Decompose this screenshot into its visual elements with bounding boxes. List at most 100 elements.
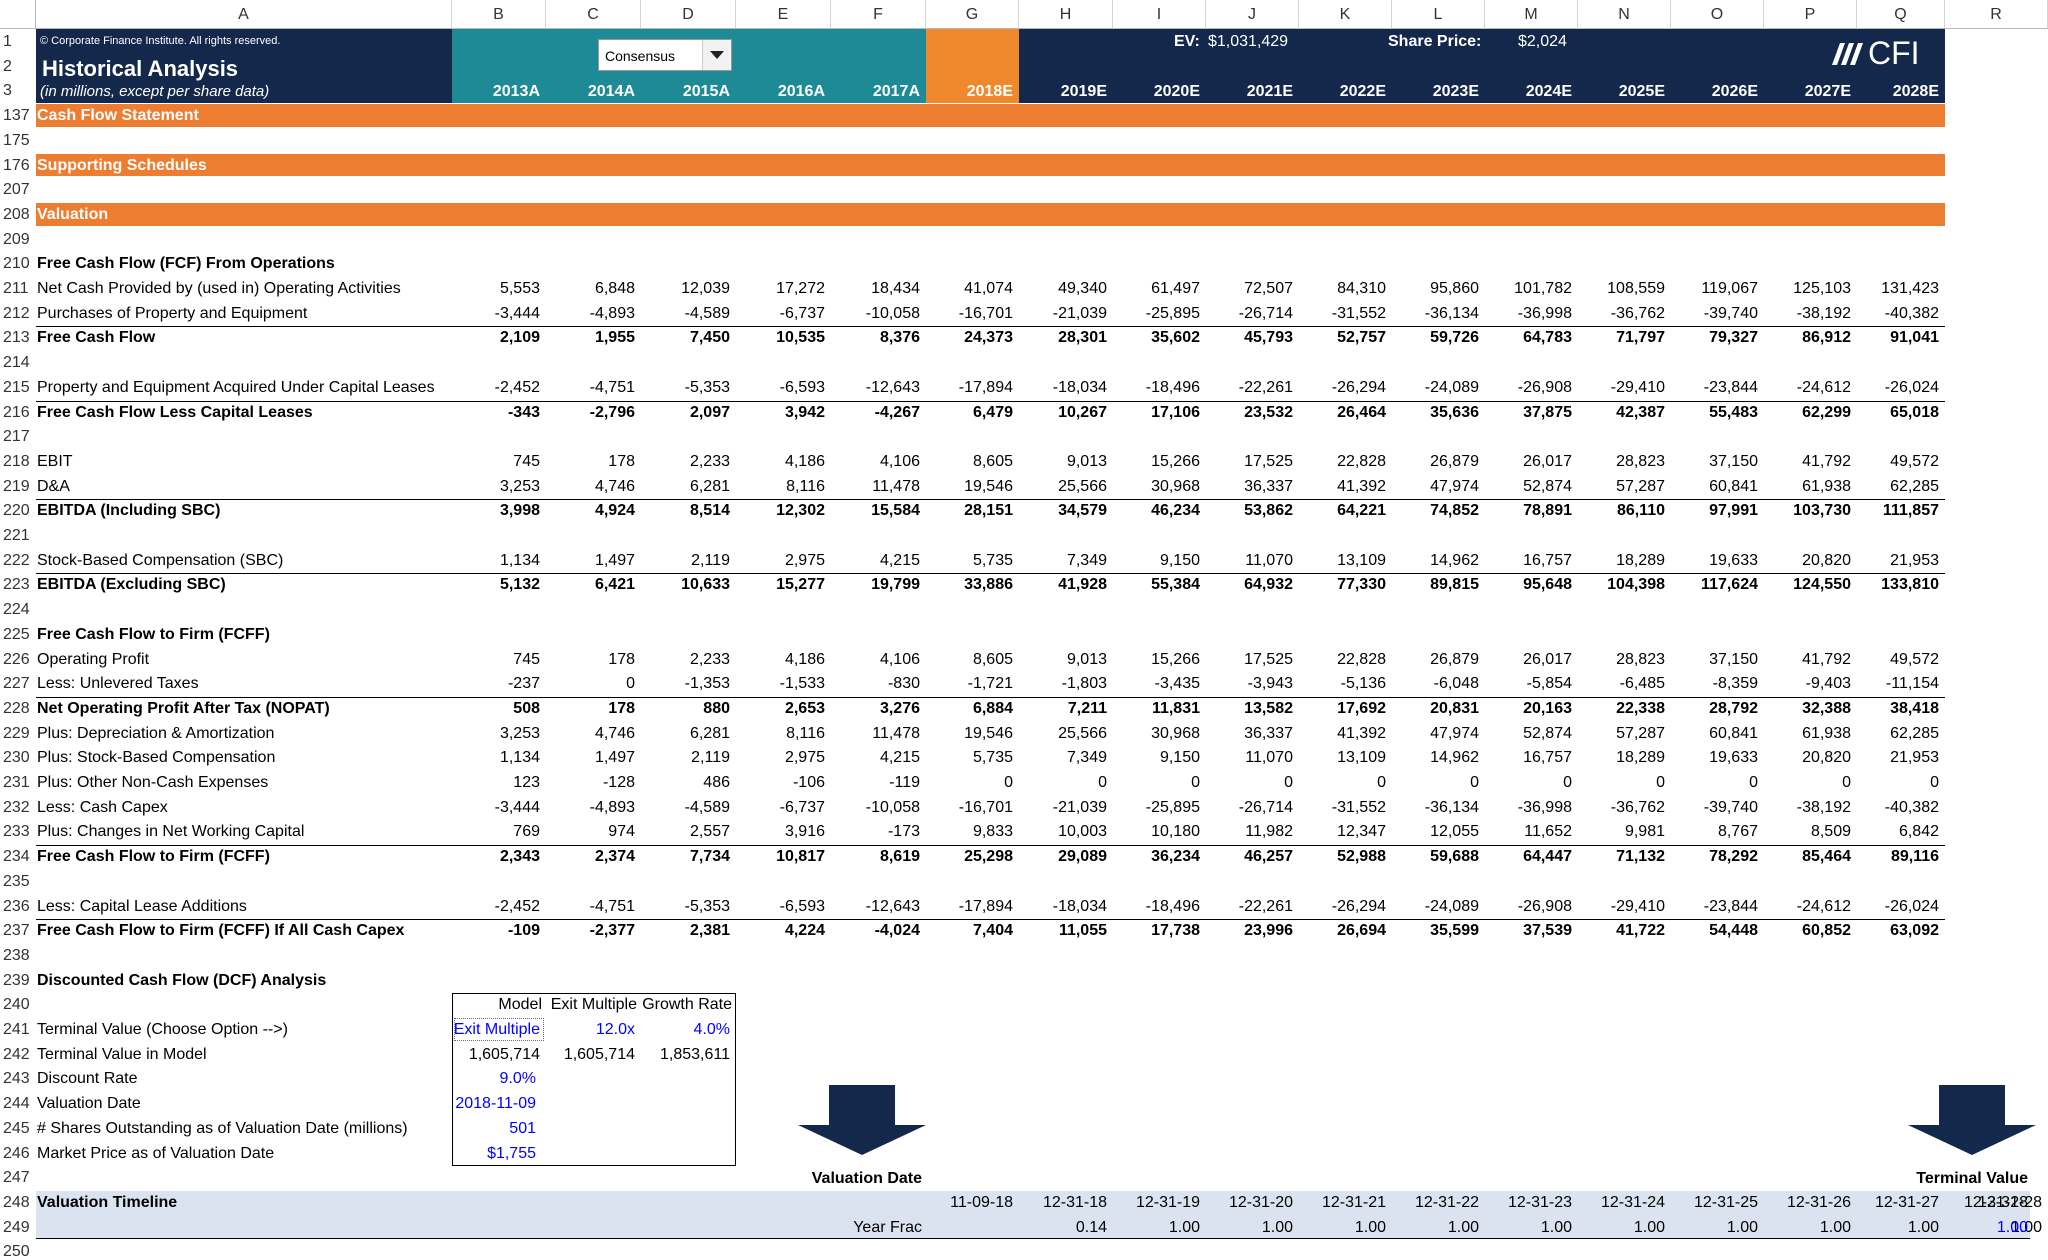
value-cell[interactable]: -5,136 bbox=[1299, 676, 1386, 692]
value-cell[interactable]: -17,894 bbox=[926, 379, 1013, 396]
value-cell[interactable]: 65,018 bbox=[1857, 404, 1939, 421]
value-cell[interactable]: -23,844 bbox=[1671, 379, 1758, 396]
value-cell[interactable]: 15,266 bbox=[1113, 651, 1200, 668]
value-cell[interactable]: 28,301 bbox=[1019, 330, 1107, 346]
value-cell[interactable]: 6,281 bbox=[641, 478, 730, 495]
row-header[interactable]: 242 bbox=[0, 1046, 36, 1063]
row-header[interactable]: 211 bbox=[0, 281, 36, 297]
row-header[interactable]: 229 bbox=[0, 725, 36, 742]
value-cell[interactable]: 11,055 bbox=[1019, 923, 1107, 939]
value-cell[interactable]: 5,735 bbox=[926, 750, 1013, 766]
value-cell[interactable]: 11,478 bbox=[831, 725, 920, 742]
row-header[interactable]: 223 bbox=[0, 577, 36, 593]
value-cell[interactable]: 89,815 bbox=[1392, 577, 1479, 593]
row-header[interactable]: 250 bbox=[0, 1244, 36, 1260]
value-cell[interactable]: -2,377 bbox=[546, 923, 635, 939]
value-cell[interactable]: 37,539 bbox=[1485, 923, 1572, 939]
value-cell[interactable]: -25,895 bbox=[1113, 799, 1200, 816]
value-cell[interactable]: 17,692 bbox=[1299, 700, 1386, 717]
row-header[interactable]: 247 bbox=[0, 1170, 36, 1186]
row-header[interactable]: 235 bbox=[0, 873, 36, 890]
value-cell[interactable]: 0 bbox=[546, 676, 635, 692]
value-cell[interactable]: -39,740 bbox=[1671, 305, 1758, 322]
value-cell[interactable]: 3,253 bbox=[452, 725, 540, 742]
value-cell[interactable]: 14,962 bbox=[1392, 750, 1479, 766]
value-cell[interactable]: 42,387 bbox=[1578, 404, 1665, 421]
value-cell[interactable]: -343 bbox=[452, 404, 540, 421]
value-cell[interactable]: -36,762 bbox=[1578, 799, 1665, 816]
value-cell[interactable]: -18,496 bbox=[1113, 898, 1200, 915]
value-cell[interactable]: 41,792 bbox=[1764, 651, 1851, 668]
value-cell[interactable]: 4,186 bbox=[736, 651, 825, 668]
value-cell[interactable]: -40,382 bbox=[1857, 305, 1939, 322]
value-cell[interactable]: 0 bbox=[1578, 775, 1665, 791]
row-header[interactable]: 230 bbox=[0, 750, 36, 766]
value-cell[interactable]: -12,643 bbox=[831, 379, 920, 396]
value-cell[interactable]: 6,848 bbox=[546, 281, 635, 297]
value-cell[interactable]: 4,186 bbox=[736, 453, 825, 470]
row-header[interactable]: 214 bbox=[0, 355, 36, 371]
value-cell[interactable]: 20,820 bbox=[1764, 552, 1851, 569]
value-cell[interactable]: 47,974 bbox=[1392, 478, 1479, 495]
row-header[interactable]: 2 bbox=[0, 58, 36, 75]
value-cell[interactable]: 49,340 bbox=[1019, 281, 1107, 297]
value-cell[interactable]: 9,833 bbox=[926, 824, 1013, 840]
value-cell[interactable]: -12,643 bbox=[831, 898, 920, 915]
value-cell[interactable]: -24,089 bbox=[1392, 379, 1479, 396]
value-cell[interactable]: -4,024 bbox=[831, 923, 920, 939]
column-header-p[interactable]: P bbox=[1764, 0, 1857, 29]
value-cell[interactable]: 12,302 bbox=[736, 503, 825, 519]
value-cell[interactable]: 89,116 bbox=[1857, 849, 1939, 865]
value-cell[interactable]: 8,767 bbox=[1671, 824, 1758, 840]
value-cell[interactable]: -4,751 bbox=[546, 379, 635, 396]
value-cell[interactable]: 79,327 bbox=[1671, 330, 1758, 346]
row-header[interactable]: 208 bbox=[0, 206, 36, 223]
value-cell[interactable]: -39,740 bbox=[1671, 799, 1758, 816]
value-cell[interactable]: 35,602 bbox=[1113, 330, 1200, 346]
column-header-o[interactable]: O bbox=[1671, 0, 1764, 29]
value-cell[interactable]: 2,233 bbox=[641, 651, 730, 668]
value-cell[interactable]: 19,633 bbox=[1671, 552, 1758, 569]
value-cell[interactable]: 30,968 bbox=[1113, 478, 1200, 495]
value-cell[interactable]: -23,844 bbox=[1671, 898, 1758, 915]
value-cell[interactable]: 61,938 bbox=[1764, 725, 1851, 742]
value-cell[interactable]: 46,257 bbox=[1206, 849, 1293, 865]
value-cell[interactable]: -36,762 bbox=[1578, 305, 1665, 322]
value-cell[interactable]: 10,267 bbox=[1019, 404, 1107, 421]
value-cell[interactable]: 17,525 bbox=[1206, 651, 1293, 668]
value-cell[interactable]: 19,546 bbox=[926, 478, 1013, 495]
value-cell[interactable]: 10,535 bbox=[736, 330, 825, 346]
value-cell[interactable]: 62,299 bbox=[1764, 404, 1851, 421]
column-header-c[interactable]: C bbox=[546, 0, 641, 29]
value-cell[interactable]: 23,532 bbox=[1206, 404, 1293, 421]
value-cell[interactable]: 77,330 bbox=[1299, 577, 1386, 593]
value-cell[interactable]: -6,593 bbox=[736, 898, 825, 915]
value-cell[interactable]: 0 bbox=[1206, 775, 1293, 791]
value-cell[interactable]: -1,721 bbox=[926, 676, 1013, 692]
value-cell[interactable]: 12,347 bbox=[1299, 824, 1386, 840]
value-cell[interactable]: 52,874 bbox=[1485, 725, 1572, 742]
value-cell[interactable]: 59,688 bbox=[1392, 849, 1479, 865]
value-cell[interactable]: 26,879 bbox=[1392, 453, 1479, 470]
column-header-r[interactable]: R bbox=[1945, 0, 2048, 29]
value-cell[interactable]: 178 bbox=[546, 453, 635, 470]
value-cell[interactable]: 45,793 bbox=[1206, 330, 1293, 346]
value-cell[interactable]: 745 bbox=[452, 453, 540, 470]
value-cell[interactable]: -18,034 bbox=[1019, 379, 1107, 396]
value-cell[interactable]: -2,452 bbox=[452, 898, 540, 915]
value-cell[interactable]: 21,953 bbox=[1857, 750, 1939, 766]
column-header-e[interactable]: E bbox=[736, 0, 831, 29]
value-cell[interactable]: 97,991 bbox=[1671, 503, 1758, 519]
value-cell[interactable]: 3,942 bbox=[736, 404, 825, 421]
value-cell[interactable]: -17,894 bbox=[926, 898, 1013, 915]
value-cell[interactable]: -173 bbox=[831, 824, 920, 840]
value-cell[interactable]: 6,421 bbox=[546, 577, 635, 593]
value-cell[interactable]: 2,343 bbox=[452, 849, 540, 865]
value-cell[interactable]: 85,464 bbox=[1764, 849, 1851, 865]
value-cell[interactable]: 0 bbox=[1392, 775, 1479, 791]
value-cell[interactable]: 37,150 bbox=[1671, 651, 1758, 668]
value-cell[interactable]: 0 bbox=[1857, 775, 1939, 791]
value-cell[interactable]: 52,757 bbox=[1299, 330, 1386, 346]
value-cell[interactable]: 133,810 bbox=[1857, 577, 1939, 593]
value-cell[interactable]: -26,908 bbox=[1485, 379, 1572, 396]
